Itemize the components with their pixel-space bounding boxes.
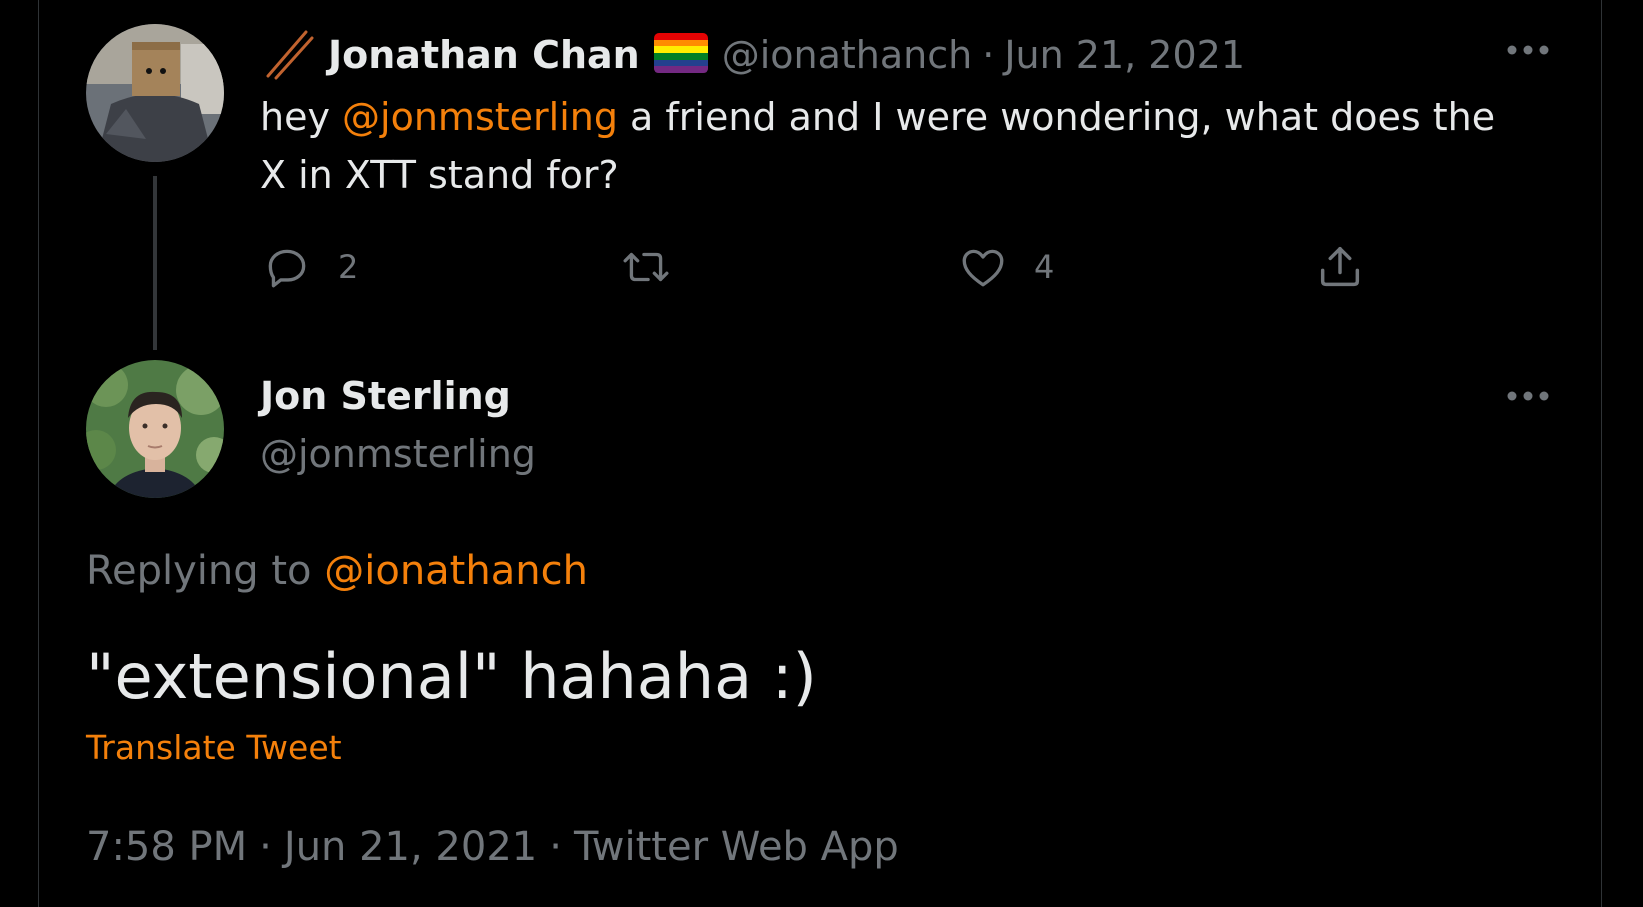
parent-tweet-text: hey @jonmsterling a friend and I were wo…: [260, 88, 1495, 204]
replying-mention-link[interactable]: @ionathanch: [324, 548, 588, 594]
tweet-date[interactable]: Jun 21, 2021: [284, 824, 537, 870]
tweet-metadata: 7:58 PM · Jun 21, 2021 · Twitter Web App: [86, 824, 899, 870]
share-button[interactable]: [1314, 240, 1366, 292]
avatar-jonathan-chan[interactable]: [86, 24, 224, 162]
parent-author-name[interactable]: Jonathan Chan: [328, 33, 640, 77]
reply-icon: [262, 242, 312, 292]
mention-link[interactable]: @jonmsterling: [342, 95, 618, 139]
parent-tweet-header: Jonathan Chan @ionathanch · Jun 21, 2021: [262, 28, 1245, 82]
more-options-icon[interactable]: [1506, 40, 1550, 64]
like-button[interactable]: 4: [958, 242, 1054, 292]
like-count: 4: [1034, 248, 1055, 286]
thread-connector: [153, 176, 157, 350]
reply-count: 2: [338, 248, 359, 286]
reply-button[interactable]: 2: [262, 242, 358, 292]
avatar-jon-sterling[interactable]: [86, 360, 224, 498]
dot-separator: ·: [982, 33, 995, 77]
chopsticks-icon: [262, 26, 314, 84]
retweet-icon: [618, 242, 674, 292]
heart-icon: [958, 242, 1008, 292]
dot-separator: ·: [259, 824, 272, 870]
retweet-button[interactable]: [618, 242, 674, 292]
main-author-name[interactable]: Jon Sterling: [260, 374, 511, 418]
rainbow-flag-icon: [653, 33, 708, 77]
dot-separator: ·: [549, 824, 562, 870]
parent-text-start: hey: [260, 95, 343, 139]
main-author-handle[interactable]: @jonmsterling: [260, 432, 536, 476]
replying-label: Replying to: [86, 548, 325, 594]
tweet-time[interactable]: 7:58 PM: [86, 824, 247, 870]
main-tweet-text: "extensional" hahaha :): [86, 640, 817, 713]
share-icon: [1314, 240, 1366, 292]
replying-to: Replying to @ionathanch: [86, 548, 588, 594]
tweet-source: Twitter Web App: [573, 824, 899, 870]
parent-text-line2: X in XTT stand for?: [260, 153, 619, 197]
parent-tweet-date[interactable]: Jun 21, 2021: [1004, 33, 1245, 77]
translate-tweet-link[interactable]: Translate Tweet: [86, 728, 342, 767]
more-options-icon[interactable]: [1506, 386, 1550, 410]
parent-text-line1: a friend and I were wondering, what does…: [617, 95, 1496, 139]
parent-author-handle[interactable]: @ionathanch: [722, 33, 973, 77]
